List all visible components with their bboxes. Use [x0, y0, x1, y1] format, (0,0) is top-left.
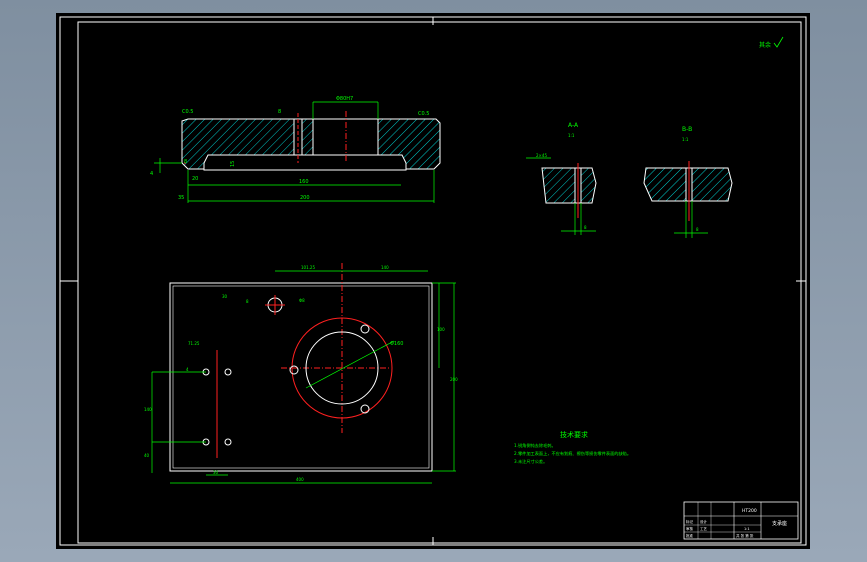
plan-right-1: 100 [437, 327, 445, 332]
tech-line-3: 3.未注尺寸公差。 [514, 458, 547, 465]
outer-border [59, 16, 807, 546]
dim-side-1: 4 [150, 171, 153, 177]
tech-line-2: 2.零件加工表面上，不应有划痕、擦伤等损伤零件表面的缺陷。 [514, 450, 631, 457]
drawing-canvas: 其余 Φ80H7 C0.5 8 C0.5 4 8 20 15 160 200 3… [59, 16, 807, 546]
dim-chamfer-left: C0.5 [182, 109, 193, 115]
plan-small-2: 8 [246, 299, 249, 304]
roughness-note: 其余 [759, 36, 784, 49]
left-hole-2 [224, 368, 232, 376]
plan-right-2: 200 [450, 377, 458, 382]
circle-dim-line [305, 340, 395, 389]
section-b-title: B-B [682, 126, 692, 133]
dim-inner-left: 15 [230, 161, 236, 167]
section-a-title: A-A [568, 122, 579, 129]
section-a-dim-top: 2×45 [536, 153, 547, 158]
section-a-dim-bottom: 8 [584, 225, 587, 230]
title-block: HT200 支承座 标记 设计 审核 工艺 批准 1:1 共 张 第 张 [683, 501, 799, 540]
tb-r2: 设计 [700, 519, 708, 524]
bolt-hole-3 [289, 365, 299, 375]
dim-chamfer-right: C0.5 [418, 111, 429, 117]
cad-viewport: 其余 Φ80H7 C0.5 8 C0.5 4 8 20 15 160 200 3… [0, 0, 867, 562]
tb-sheet: 共 张 第 张 [736, 533, 754, 538]
plan-bottom: 400 [296, 477, 304, 482]
dim-bore-text: Φ80H7 [336, 96, 353, 102]
drawing-sheet: 其余 Φ80H7 C0.5 8 C0.5 4 8 20 15 160 200 3… [56, 13, 810, 549]
dim-side-3: 20 [192, 176, 198, 182]
tb-r4: 工艺 [700, 526, 708, 531]
section-b-dim-bottom: 8 [696, 227, 699, 232]
tb-r3: 审核 [686, 526, 694, 531]
plan-top-2: 140 [381, 265, 389, 270]
tech-line-1: 1.锐角倒钝去除毛刺。 [514, 442, 556, 449]
tb-r5: 批准 [686, 533, 694, 538]
bolt-hole-2 [360, 404, 370, 414]
tb-r1: 标记 [686, 519, 694, 524]
section-a-scale: 1:1 [568, 133, 575, 138]
plan-bottom-small: 30 [213, 470, 219, 475]
technical-requirements: 技术要求 1.锐角倒钝去除毛刺。 2.零件加工表面上，不应有划痕、擦伤等损伤零件… [514, 430, 631, 465]
section-a-a: A-A 1:1 2×45 8 [526, 122, 597, 235]
bolt-hole-1 [360, 324, 370, 334]
tb-part-name: 支承座 [772, 520, 787, 527]
section-b-scale: 1:1 [682, 137, 689, 142]
tb-material: HT200 [742, 508, 757, 514]
dim-side-2: 8 [184, 159, 187, 165]
plan-chamfer [172, 285, 430, 469]
plan-left-2: 4 [186, 367, 189, 372]
section-b-b: B-B 1:1 8 [643, 126, 733, 238]
plan-left-3: 140 [144, 407, 152, 412]
front-section-view: Φ80H7 C0.5 8 C0.5 4 8 20 15 160 200 35 [150, 96, 441, 203]
left-hole-4 [224, 438, 232, 446]
plan-left-1: 71.25 [188, 341, 200, 346]
dim-inner-bottom: 160 [299, 179, 309, 185]
section-a-body [541, 167, 597, 204]
plan-top-1: 101.25 [301, 265, 315, 270]
top-hole-label: Φ8 [299, 298, 305, 303]
plan-view: Φ160 Φ8 30 8 101.25 140 71.25 4 140 40 3… [144, 263, 458, 484]
tb-scale: 1:1 [744, 527, 750, 531]
circle-dim-text: Φ160 [390, 341, 403, 347]
roughness-icon [773, 36, 784, 48]
dim-slot-text: 8 [278, 109, 281, 115]
dim-left-base: 35 [178, 195, 184, 201]
plan-small-1: 30 [222, 294, 228, 299]
roughness-label: 其余 [759, 41, 771, 49]
plan-left-4: 40 [144, 453, 150, 458]
tech-title: 技术要求 [560, 430, 588, 439]
dim-overall: 200 [300, 195, 310, 201]
